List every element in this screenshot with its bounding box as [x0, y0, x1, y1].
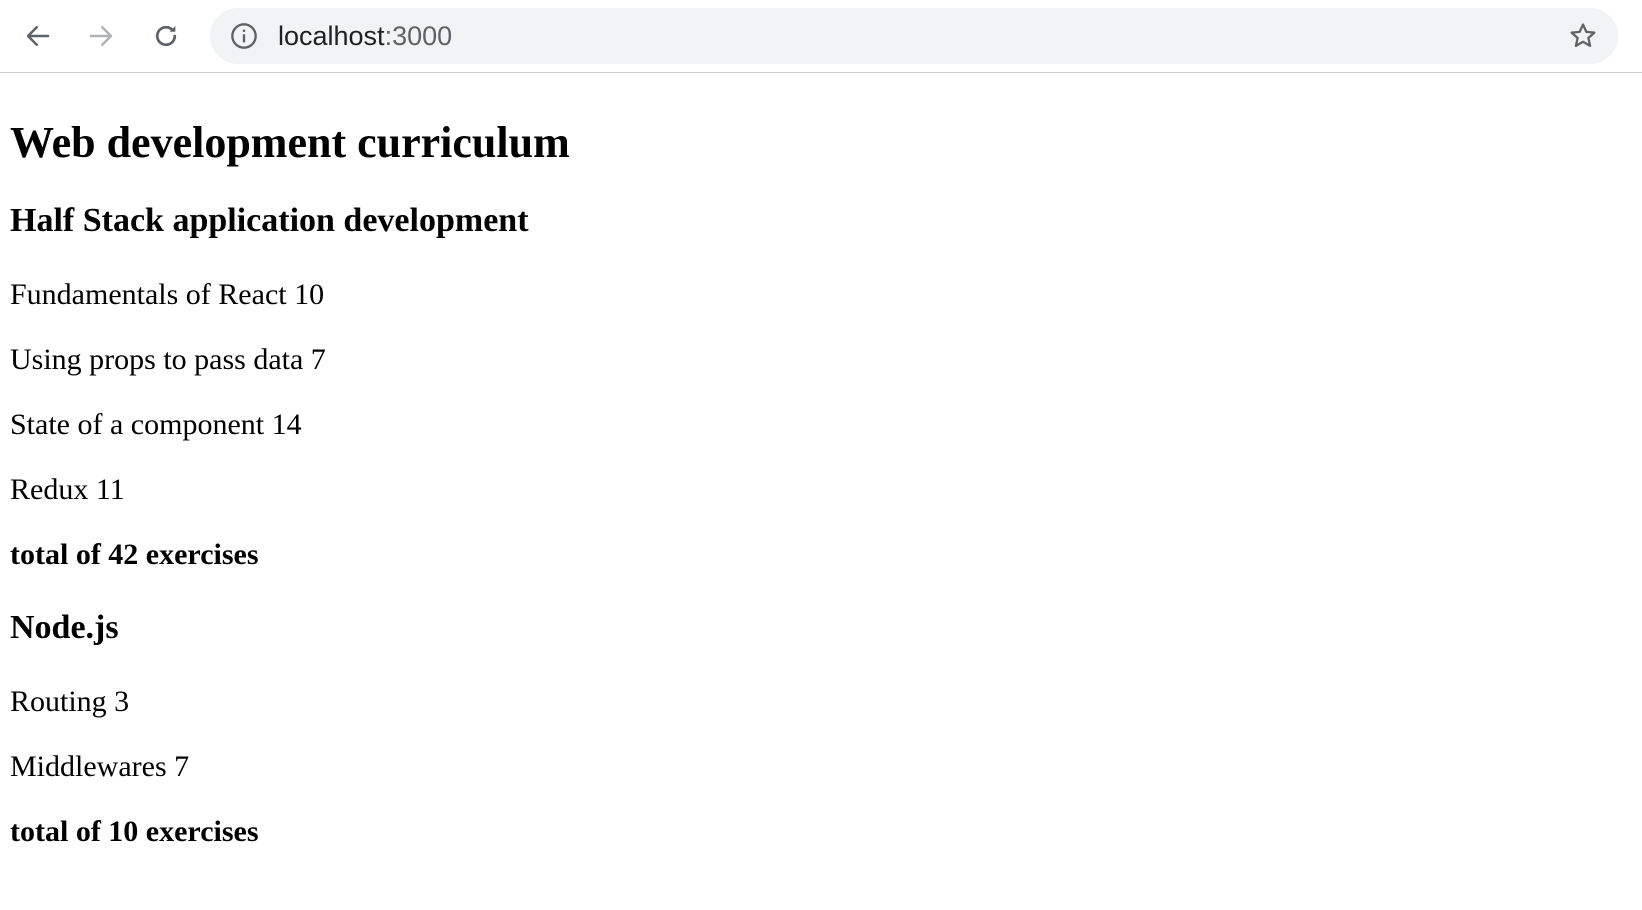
course-part: Middlewares 7 [10, 750, 190, 783]
course-part: State of a component 14 [10, 408, 302, 441]
course-part: Fundamentals of React 10 [10, 278, 325, 311]
browser-toolbar: localhost:3000 [0, 0, 1642, 73]
arrow-right-icon [89, 26, 113, 46]
course-part: Using props to pass data 7 [10, 343, 326, 376]
info-icon[interactable] [230, 22, 258, 50]
forward-button[interactable] [77, 12, 125, 60]
course-title: Node.js [10, 609, 119, 646]
star-icon[interactable] [1568, 21, 1598, 51]
course-part: Routing 3 [10, 685, 130, 718]
page-title: Web development curriculum [10, 118, 570, 167]
course-title: Half Stack application development [10, 202, 529, 239]
url-host: localhost [278, 21, 385, 51]
course-part: Redux 11 [10, 473, 125, 506]
arrow-left-icon [26, 26, 50, 46]
reload-button[interactable] [142, 12, 190, 60]
course-total: total of 42 exercises [10, 538, 259, 571]
course-total: total of 10 exercises [10, 815, 259, 848]
back-button[interactable] [14, 12, 62, 60]
address-bar[interactable]: localhost:3000 [210, 8, 1618, 64]
url-port: :3000 [384, 21, 453, 51]
url-text[interactable]: localhost:3000 [278, 21, 452, 51]
reload-icon [155, 25, 177, 47]
